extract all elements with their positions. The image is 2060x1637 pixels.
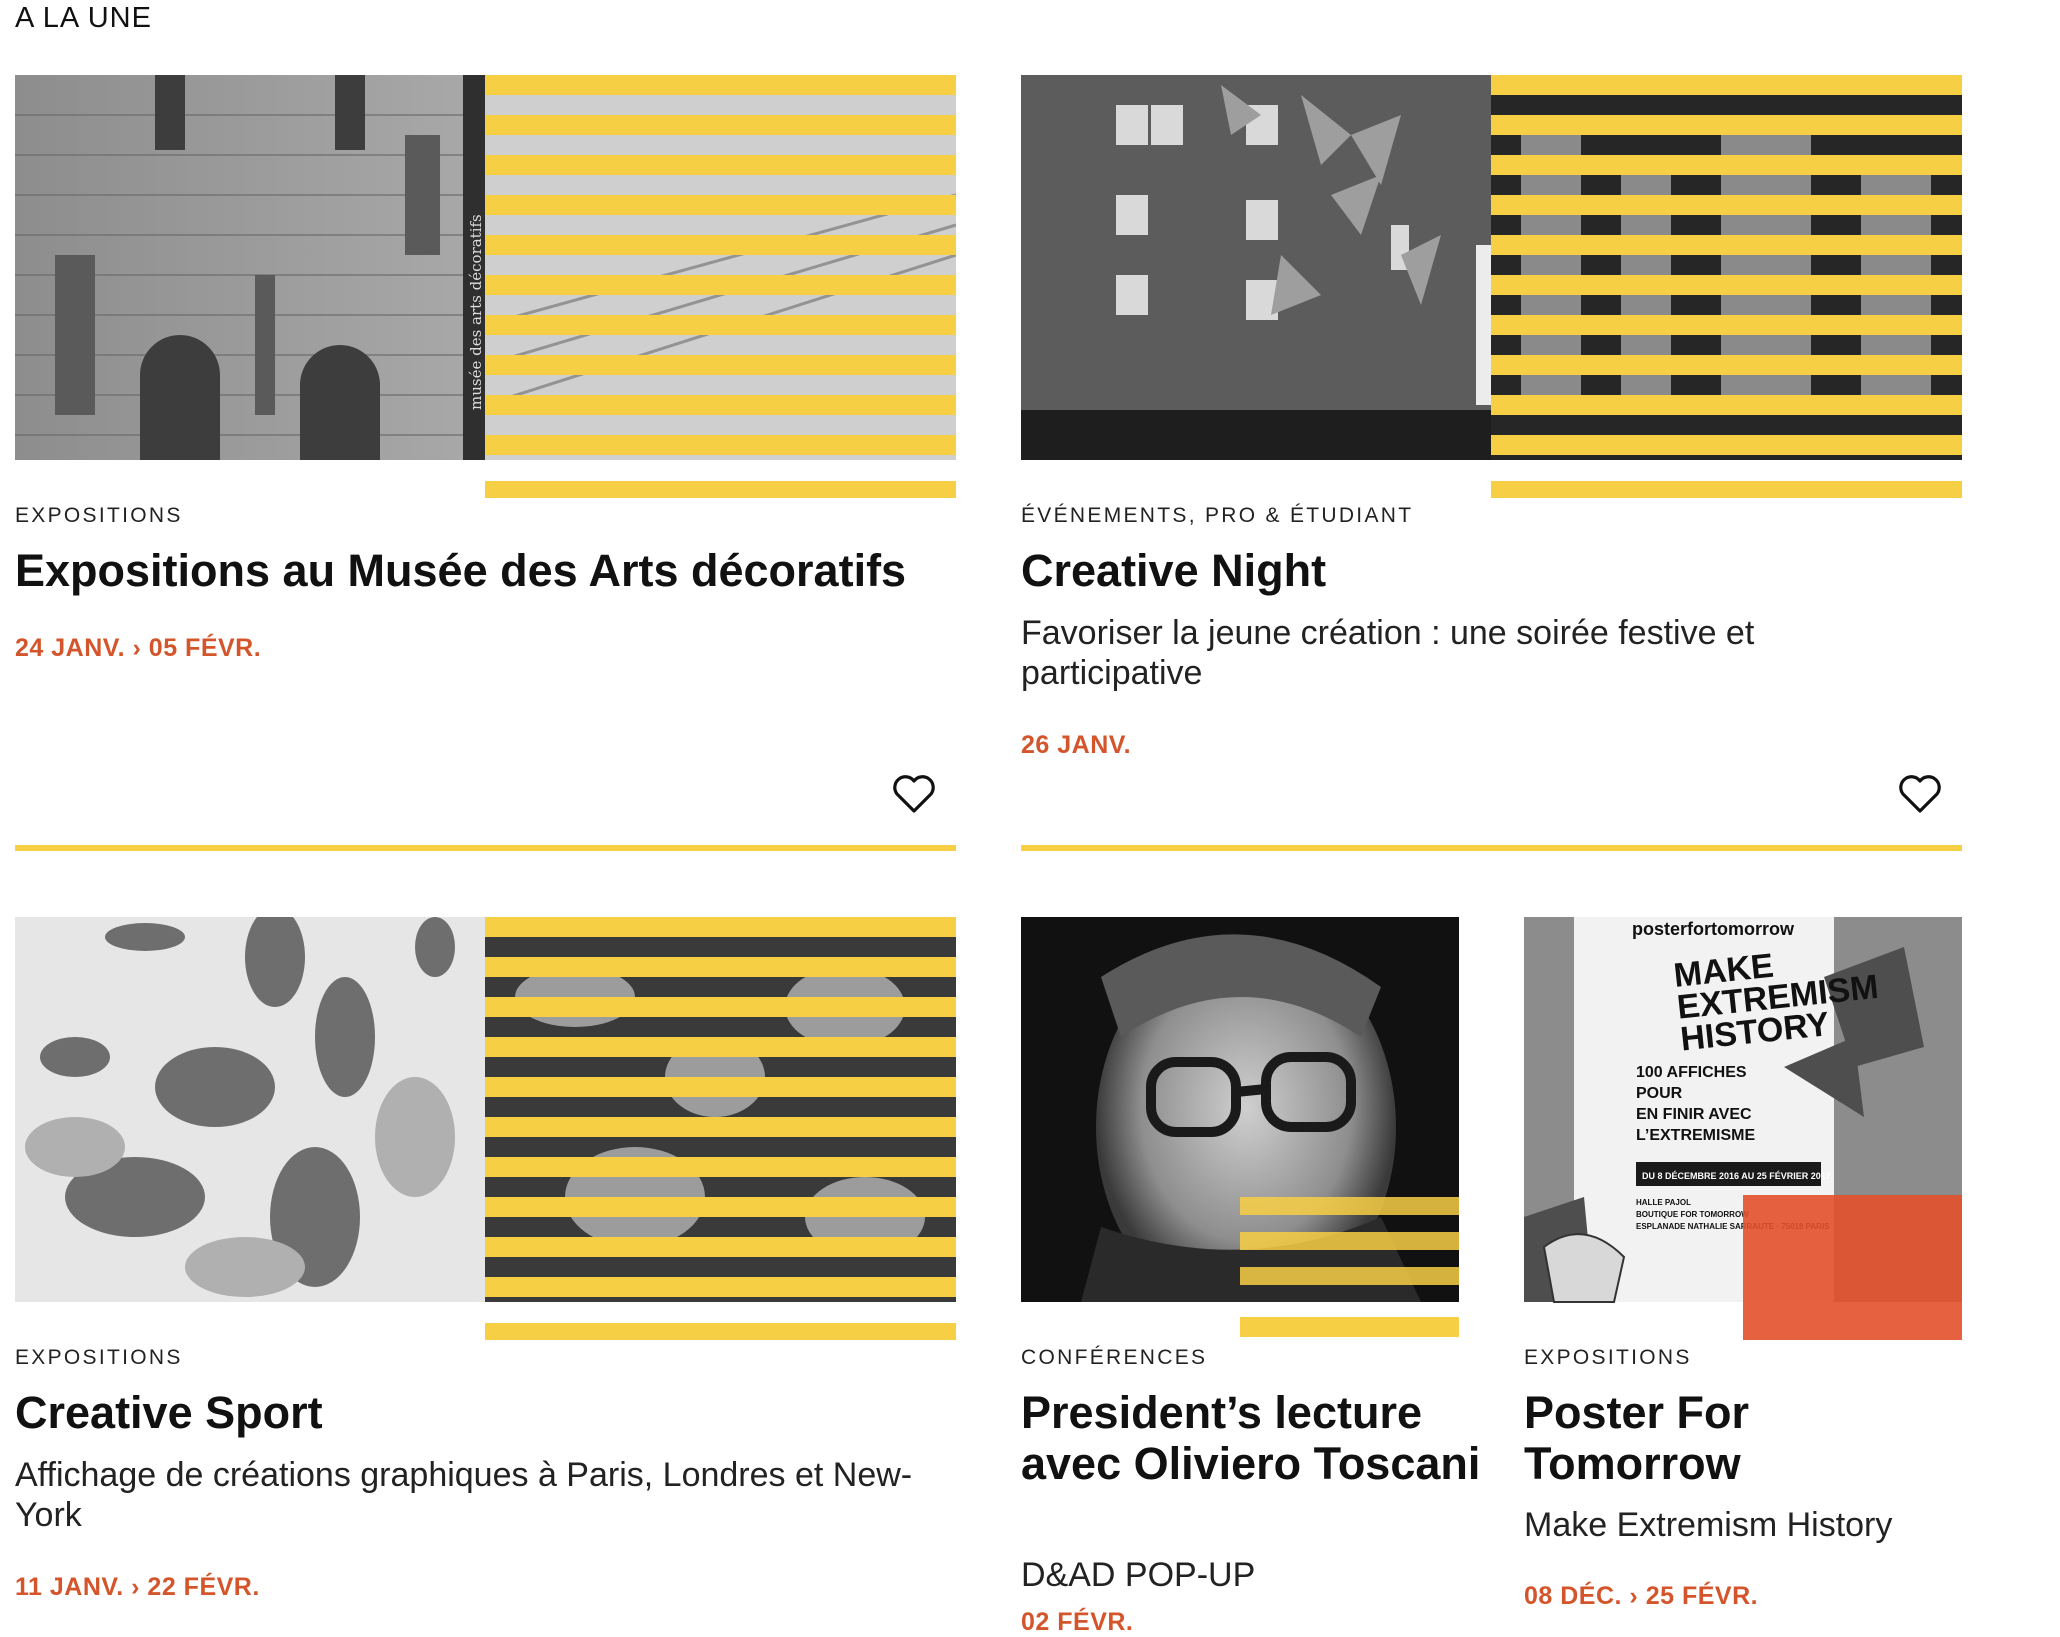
card-subtitle: Make Extremism History [1524, 1506, 1893, 1544]
card-title[interactable]: Creative Sport [15, 1387, 956, 1438]
card-image[interactable] [1021, 75, 1962, 460]
card-title[interactable]: Poster For Tomorrow [1524, 1387, 1962, 1489]
heart-icon[interactable] [1898, 774, 1942, 814]
poster-body-1: 100 AFFICHES [1636, 1064, 1747, 1081]
card-image[interactable] [1021, 917, 1459, 1302]
card-subtitle: Favoriser la jeune création : une soirée… [1021, 614, 1755, 692]
card-category: ÉVÉNEMENTS, PRO & ÉTUDIANT [1021, 504, 1414, 527]
poster-brand: posterfortomorrow [1632, 919, 1795, 939]
poster-body-4: L’EXTREMISME [1636, 1127, 1755, 1144]
card-image[interactable] [15, 917, 956, 1302]
card-date: 02 FÉVR. [1021, 1608, 1134, 1636]
yellow-stripe [1240, 1317, 1459, 1337]
card-date: 11 JANV. › 22 FÉVR. [15, 1573, 260, 1601]
card-subtitle: Affichage de créations graphiques à Pari… [15, 1456, 913, 1534]
heart-icon[interactable] [892, 774, 936, 814]
musee-sign-text: musée des arts décoratifs [467, 214, 485, 410]
card-date: 08 DÉC. › 25 FÉVR. [1524, 1582, 1759, 1610]
card-date: 24 JANV. › 05 FÉVR. [15, 634, 262, 662]
card-category: EXPOSITIONS [15, 1346, 183, 1369]
card-title[interactable]: Expositions au Musée des Arts décoratifs [15, 545, 975, 596]
poster-dates: DU 8 DÉCEMBRE 2016 AU 25 FÉVRIER 2017 [1642, 1171, 1831, 1181]
poster-body-2: POUR [1636, 1085, 1683, 1102]
yellow-stripe [485, 481, 956, 498]
card-title[interactable]: President’s lecture avec Oliviero Toscan… [1021, 1387, 1481, 1489]
poster-venue-1: HALLE PAJOL [1636, 1198, 1691, 1207]
card-divider [1021, 845, 1962, 851]
poster-venue-2: BOUTIQUE FOR TOMORROW [1636, 1210, 1749, 1219]
card-category: CONFÉRENCES [1021, 1346, 1208, 1369]
card-image[interactable]: musée des arts décoratifs [15, 75, 956, 460]
card-category: EXPOSITIONS [15, 504, 183, 527]
poster-body-3: EN FINIR AVEC [1636, 1106, 1752, 1123]
card-date: 26 JANV. [1021, 731, 1132, 759]
card-title[interactable]: Creative Night [1021, 545, 1962, 596]
card-category: EXPOSITIONS [1524, 1346, 1692, 1369]
section-title: A LA UNE [15, 2, 152, 34]
yellow-stripe [485, 1323, 956, 1340]
yellow-stripe [1491, 481, 1962, 498]
card-image[interactable]: posterfortomorrow MAKE EXTREMISM HISTORY… [1524, 917, 1962, 1340]
card-divider [15, 845, 956, 851]
card-subtitle: D&AD POP-UP [1021, 1556, 1256, 1594]
